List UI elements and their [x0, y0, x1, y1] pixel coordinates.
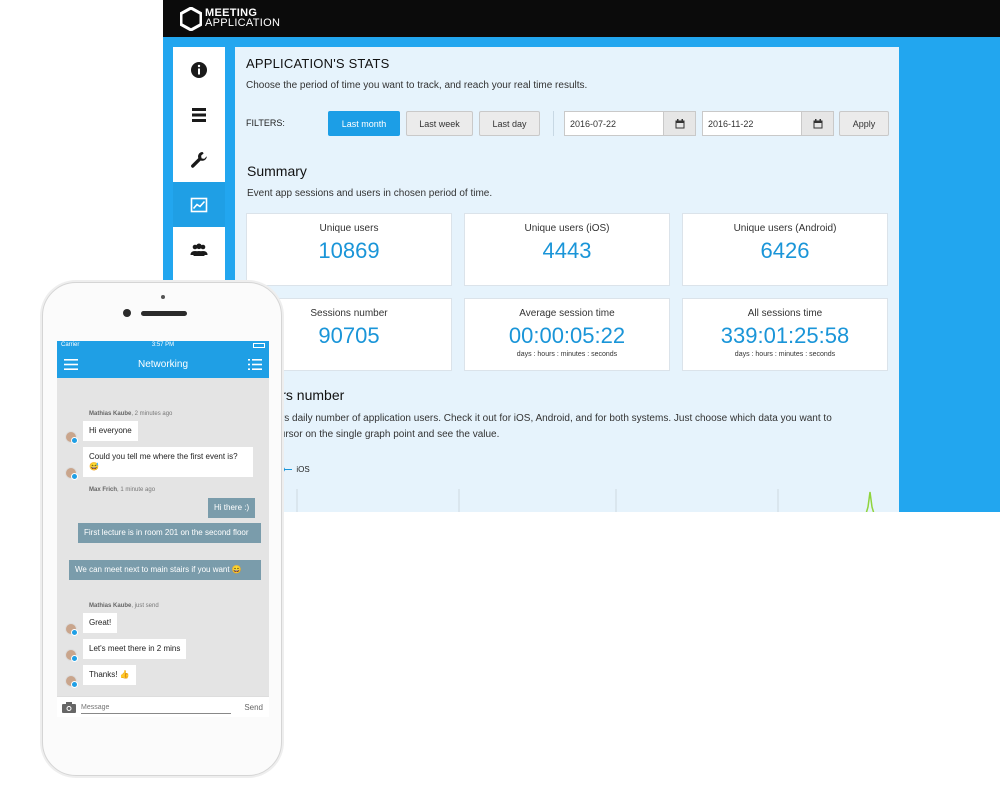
phone-sensor — [161, 295, 165, 299]
chat-message-out: First lecture is in room 201 on the seco… — [78, 523, 261, 543]
stat-value: 4443 — [542, 238, 592, 263]
message-sender: Mathias Kaube, just send — [89, 603, 159, 609]
logo-line-2: APPLICATION — [205, 17, 281, 29]
sender-time: , 1 minute ago — [117, 487, 156, 493]
message-input-bar: Send — [57, 696, 269, 717]
desktop-window: MEETING APPLICATION APPLICATION'S STATS … — [163, 0, 1000, 512]
stat-label: Unique users (iOS) — [524, 223, 610, 234]
date-to-calendar-button[interactable] — [801, 111, 834, 136]
avatar[interactable] — [65, 675, 78, 688]
calendar-icon — [813, 118, 822, 128]
users-icon — [190, 243, 208, 256]
graph-description-line: ph shows daily number of application use… — [247, 413, 832, 424]
stats-panel: APPLICATION'S STATS Choose the period of… — [235, 47, 899, 512]
stat-value: 10869 — [318, 238, 380, 263]
sender-time: , 2 minutes ago — [131, 411, 173, 417]
status-bar: Carrier 3:57 PM — [57, 341, 269, 351]
sidebar-item-settings[interactable] — [173, 137, 225, 182]
legend-label-ios: iOS — [296, 465, 310, 474]
stat-card-all-sessions-time: All sessions time 339:01:25:58 days : ho… — [682, 298, 888, 371]
last-day-button[interactable]: Last day — [479, 111, 540, 136]
users-graph[interactable] — [235, 487, 899, 512]
send-button[interactable]: Send — [244, 703, 263, 712]
sidebar — [173, 47, 225, 287]
stat-card-unique-users: Unique users 10869 — [246, 213, 452, 286]
chart-icon — [190, 197, 208, 212]
calendar-icon — [675, 118, 684, 128]
page-intro: Choose the period of time you want to tr… — [246, 80, 588, 91]
stat-label: All sessions time — [747, 308, 823, 319]
top-bar: MEETING APPLICATION — [163, 0, 1000, 37]
last-month-button[interactable]: Last month — [328, 111, 400, 136]
hexagon-logo-icon — [180, 7, 202, 31]
summary-description: Event app sessions and users in chosen p… — [247, 188, 493, 199]
message-sender: Max Frich, 1 minute ago — [89, 487, 155, 493]
stat-card-unique-users-ios: Unique users (iOS) 4443 — [464, 213, 670, 286]
info-icon — [191, 61, 207, 78]
sidebar-item-users[interactable] — [173, 227, 225, 272]
list-icon — [192, 107, 206, 122]
last-week-button[interactable]: Last week — [406, 111, 473, 136]
avatar[interactable] — [65, 623, 78, 636]
sender-name: Mathias Kaube — [89, 603, 132, 609]
stat-unit: days : hours : minutes : seconds — [516, 351, 618, 358]
avatar[interactable] — [65, 431, 78, 444]
filter-divider — [553, 111, 554, 136]
stat-label: Average session time — [519, 308, 615, 319]
sidebar-item-stats[interactable] — [173, 182, 225, 227]
sidebar-item-list[interactable] — [173, 92, 225, 137]
chat-message-in: Let's meet there in 2 mins — [83, 639, 187, 659]
avatar[interactable] — [65, 649, 78, 662]
message-sender: Mathias Kaube, 2 minutes ago — [89, 411, 172, 417]
summary-title: Summary — [247, 163, 307, 179]
phone-camera — [123, 309, 131, 317]
list-view-icon[interactable] — [248, 359, 262, 370]
battery-icon — [253, 343, 265, 348]
nav-title: Networking — [137, 359, 189, 370]
page-title: APPLICATION'S STATS — [246, 56, 390, 71]
stat-label: Unique users (Android) — [733, 223, 837, 234]
chat-message-in: Thanks! 👍 — [83, 665, 136, 685]
stat-value: 339:01:25:58 — [720, 323, 850, 348]
sender-name: Mathias Kaube — [89, 411, 132, 417]
status-time: 3:57 PM — [151, 342, 175, 348]
graph-description: ph shows daily number of application use… — [247, 411, 897, 443]
date-from-input[interactable]: 2016-07-22 — [564, 111, 664, 136]
chat-message-in: Could you tell me where the first event … — [83, 447, 253, 477]
stat-card-average-session-time: Average session time 00:00:05:22 days : … — [464, 298, 670, 371]
stat-label: Unique users — [319, 223, 379, 234]
stat-card-unique-users-android: Unique users (Android) 6426 — [682, 213, 888, 286]
chat-message-out: Hi there :) — [208, 498, 256, 518]
nav-bar: Networking — [57, 351, 269, 378]
app-logo[interactable]: MEETING APPLICATION — [205, 8, 281, 29]
chat-message-out: We can meet next to main stairs if you w… — [69, 560, 261, 580]
sender-name: Max Frich — [89, 487, 118, 493]
phone-mockup: Carrier 3:57 PM Networking Mathias Kaube… — [42, 282, 282, 776]
chat-message-in: Great! — [83, 613, 118, 633]
sender-time: , just send — [131, 603, 159, 609]
graph-description-line: Place cursor on the single graph point a… — [247, 429, 500, 440]
stat-value: 00:00:05:22 — [508, 323, 626, 348]
message-input[interactable] — [81, 702, 231, 714]
apply-button[interactable]: Apply — [839, 111, 889, 136]
filters-label: FILTERS: — [246, 118, 285, 128]
phone-speaker — [141, 311, 187, 316]
phone-screen: Carrier 3:57 PM Networking Mathias Kaube… — [57, 341, 269, 717]
date-to-input[interactable]: 2016-11-22 — [702, 111, 802, 136]
camera-icon[interactable] — [62, 702, 76, 713]
chat-message-in: Hi everyone — [83, 421, 138, 441]
stat-unit: days : hours : minutes : seconds — [734, 351, 836, 358]
stat-value: 6426 — [760, 238, 810, 263]
graph-android-line — [865, 491, 875, 512]
wrench-icon — [191, 151, 207, 168]
sidebar-item-info[interactable] — [173, 47, 225, 92]
avatar[interactable] — [65, 467, 78, 480]
date-from-calendar-button[interactable] — [663, 111, 696, 136]
